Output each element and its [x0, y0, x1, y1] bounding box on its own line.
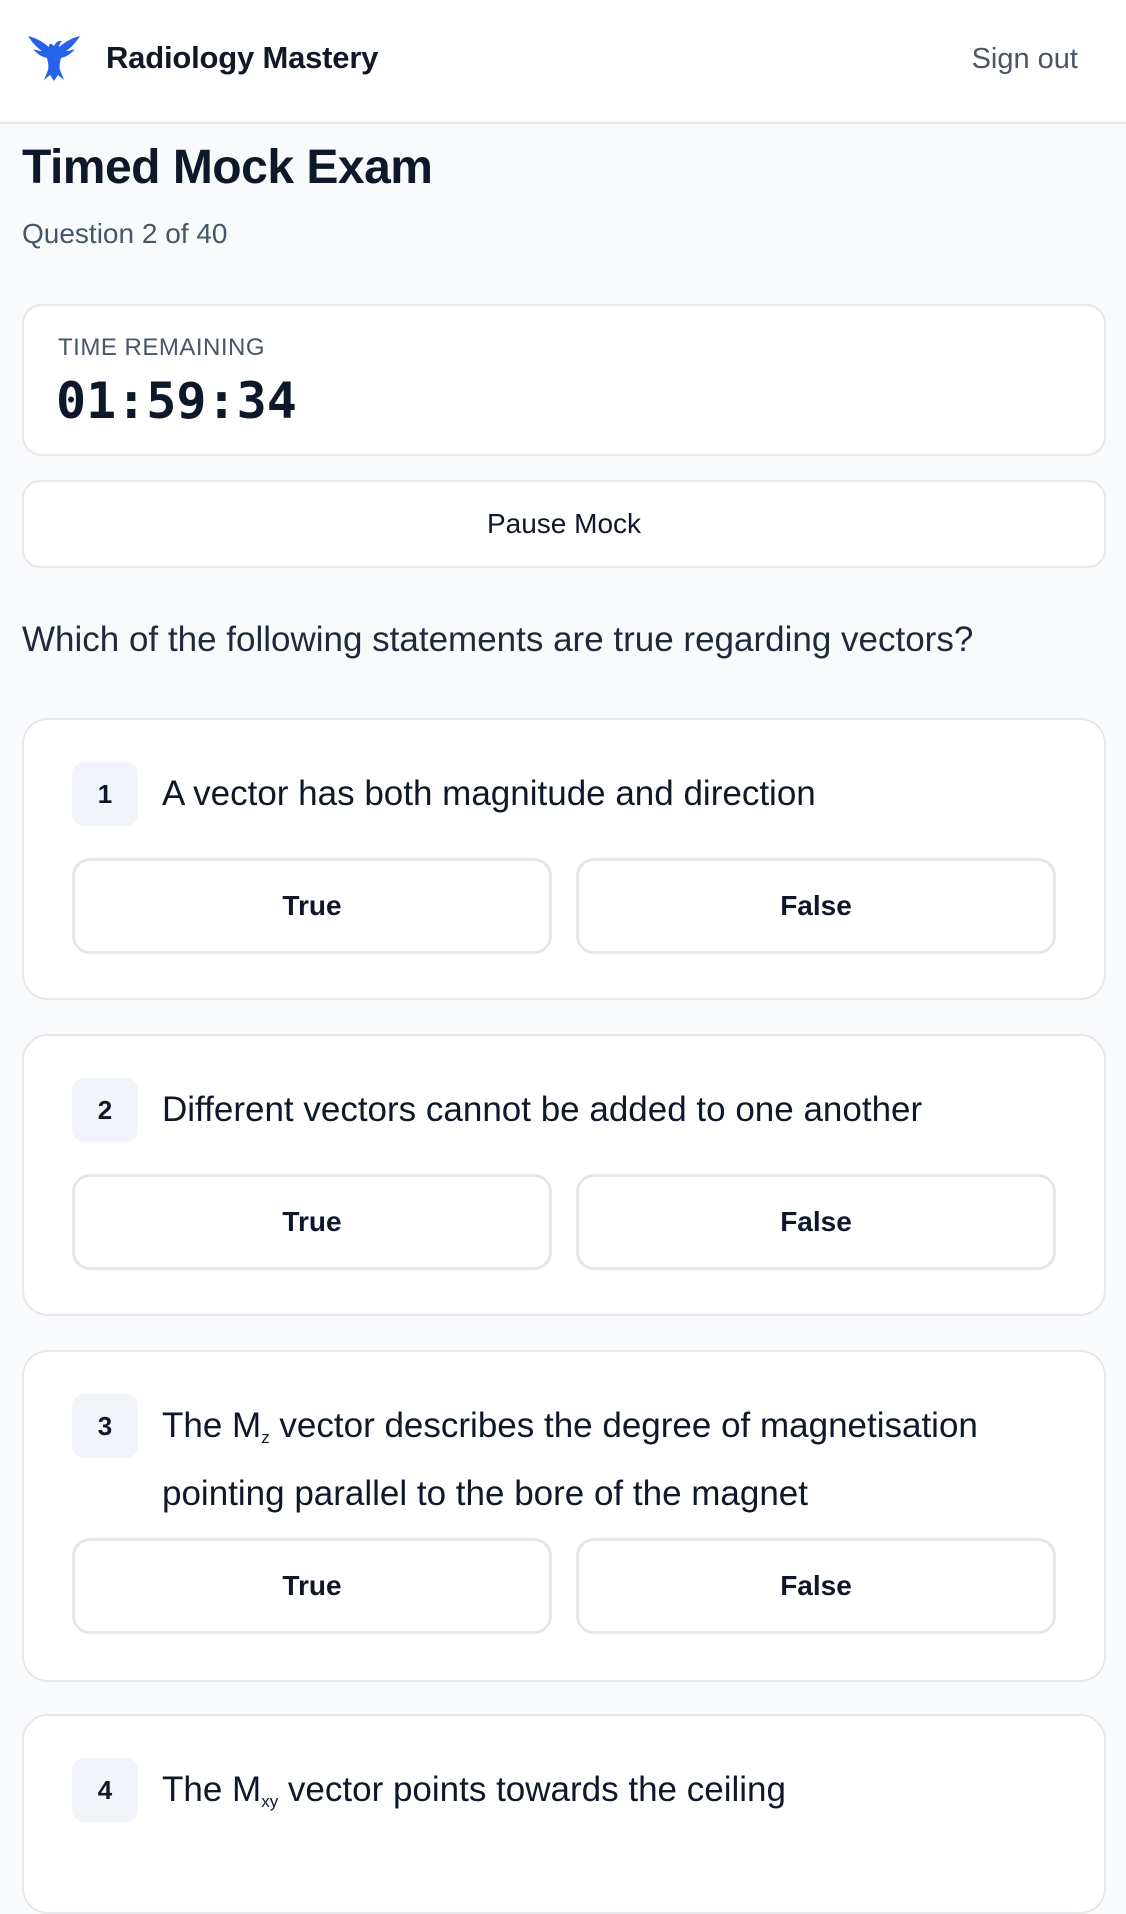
pause-mock-button[interactable]: Pause Mock — [22, 480, 1106, 568]
statement-text-post: vector points towards the ceiling — [278, 1770, 786, 1809]
true-button[interactable]: True — [72, 858, 552, 954]
statement-card: 3 The Mz vector describes the degree of … — [22, 1350, 1106, 1682]
statement-text: A vector has both magnitude and directio… — [162, 774, 816, 813]
app-header: Radiology Mastery Sign out — [0, 0, 1126, 124]
statement-number: 2 — [72, 1078, 138, 1142]
statement-card: 2 Different vectors cannot be added to o… — [22, 1034, 1106, 1316]
statement-card: 4 The Mxy vector points towards the ceil… — [22, 1714, 1106, 1914]
question-progress: Question 2 of 40 — [22, 218, 228, 249]
false-button[interactable]: False — [576, 1538, 1056, 1634]
true-button[interactable]: True — [72, 1174, 552, 1270]
subscript: xy — [261, 1792, 279, 1811]
statement-text-pre: The M — [162, 1406, 262, 1445]
statement-card: 1 A vector has both magnitude and direct… — [22, 718, 1106, 1000]
timer-card: TIME REMAINING 01:59:34 — [22, 304, 1106, 456]
statement-text: Different vectors cannot be added to one… — [162, 1090, 923, 1129]
brand-name[interactable]: Radiology Mastery — [106, 40, 378, 76]
statement-text: The Mz vector describes the degree of ma… — [162, 1398, 1082, 1522]
statement-number: 3 — [72, 1394, 138, 1458]
statement-number: 4 — [72, 1758, 138, 1822]
subscript: z — [261, 1428, 270, 1447]
true-button[interactable]: True — [72, 1538, 552, 1634]
timer-label: TIME REMAINING — [58, 334, 266, 361]
sign-out-link[interactable]: Sign out — [972, 43, 1078, 76]
statement-text-pre: The M — [162, 1770, 262, 1809]
statement-text-post: vector describes the degree of magnetisa… — [162, 1406, 978, 1513]
eagle-logo-icon[interactable] — [26, 30, 82, 86]
timer-value: 01:59:34 — [56, 372, 297, 430]
page-title: Timed Mock Exam — [22, 141, 433, 194]
question-text: Which of the following statements are tr… — [22, 620, 974, 659]
false-button[interactable]: False — [576, 858, 1056, 954]
false-button[interactable]: False — [576, 1174, 1056, 1270]
statement-text: The Mxy vector points towards the ceilin… — [162, 1762, 1082, 1830]
statement-number: 1 — [72, 762, 138, 826]
